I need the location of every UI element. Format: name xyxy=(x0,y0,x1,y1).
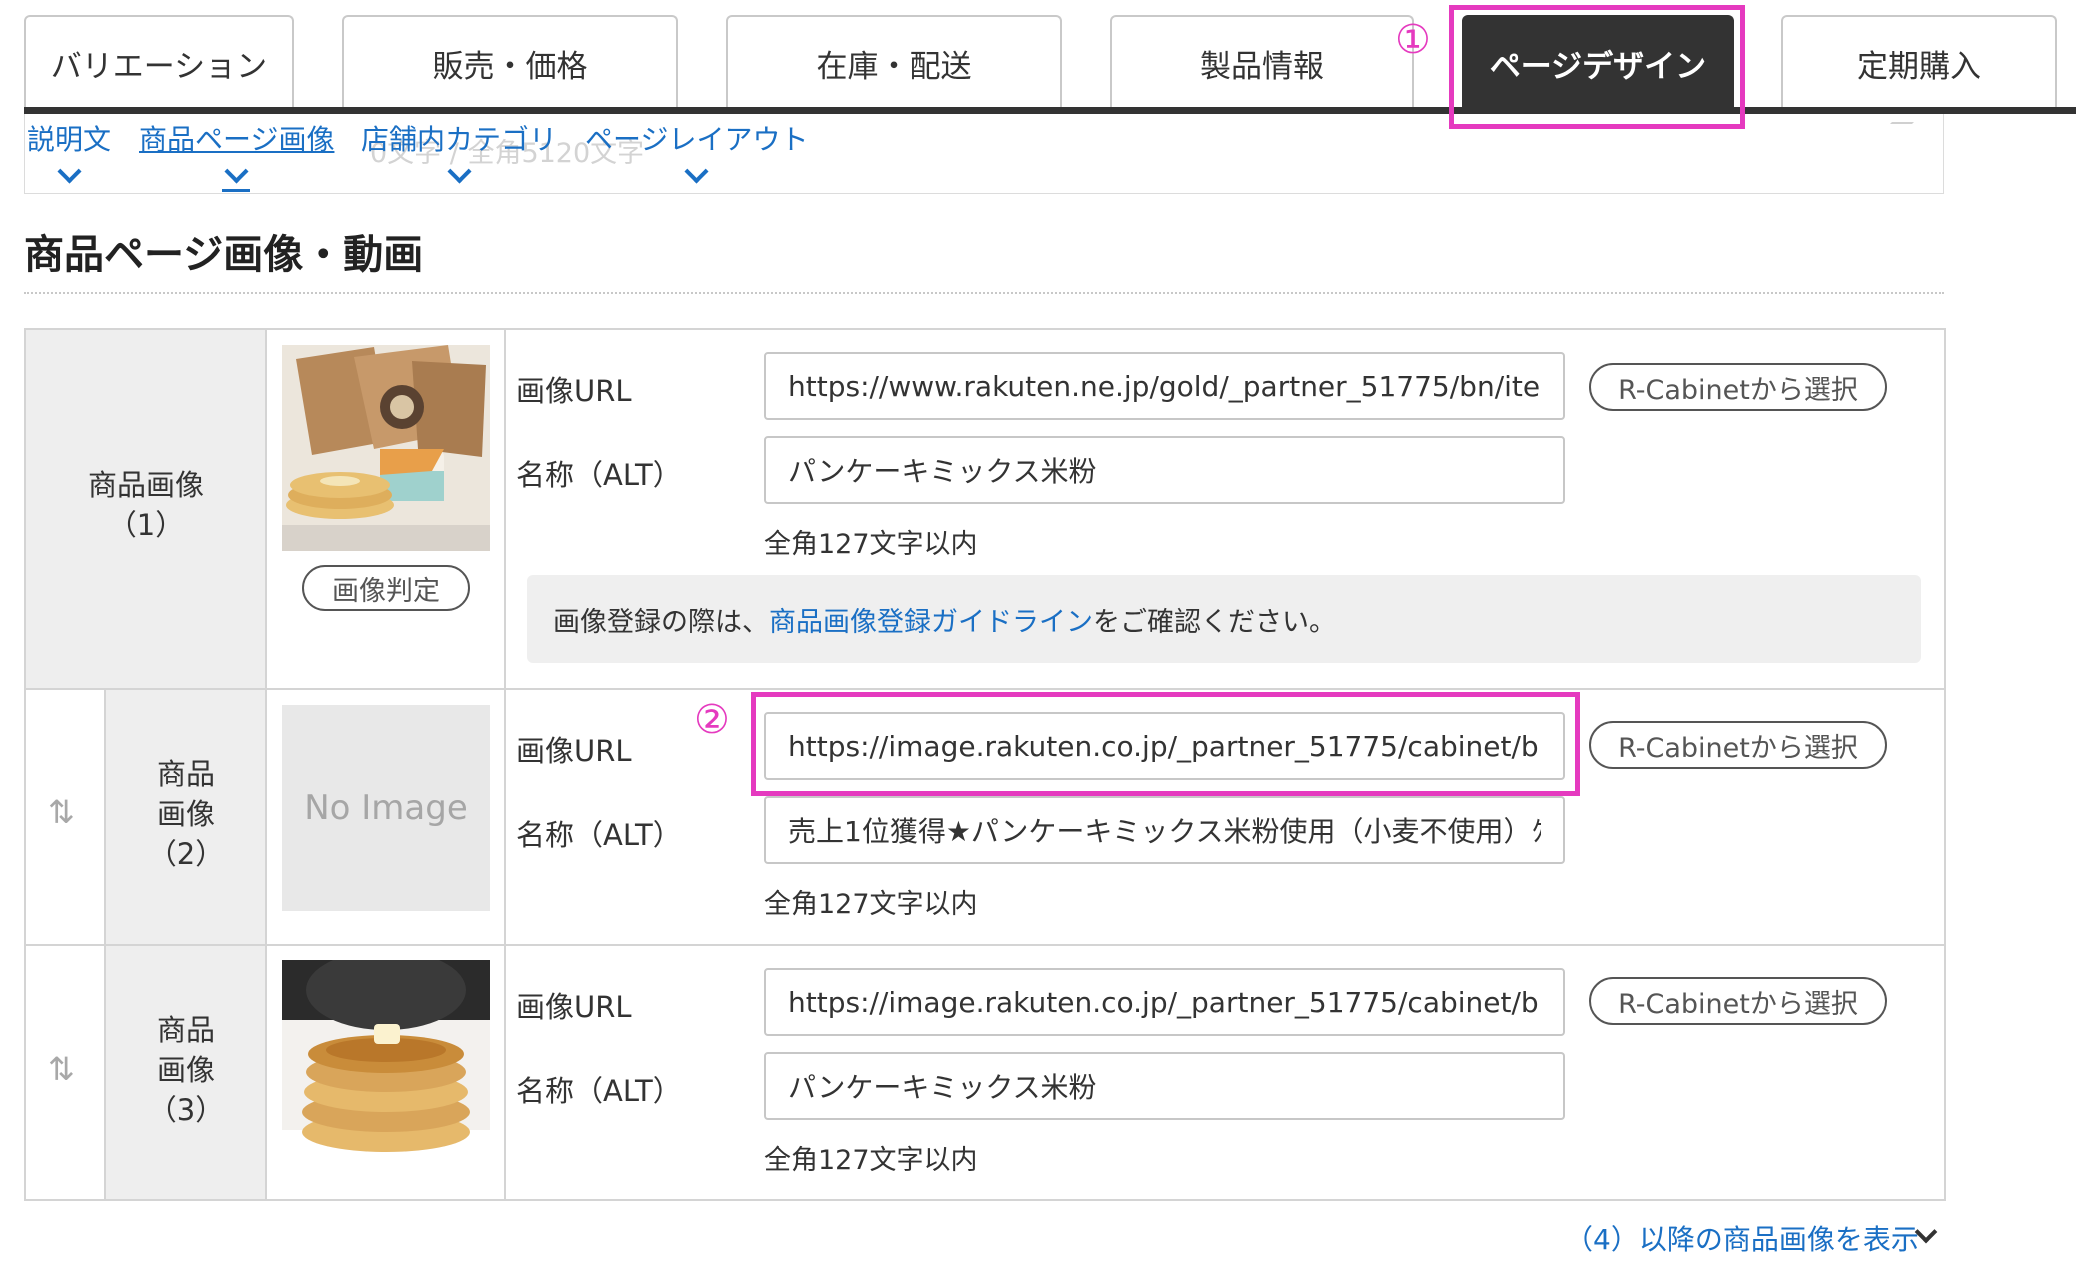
image-url-label: 画像URL xyxy=(516,990,632,1024)
alt-name-input-1[interactable] xyxy=(764,436,1565,504)
image-url-label: 画像URL xyxy=(516,374,632,408)
char-limit-hint: 全角127文字以内 xyxy=(764,889,978,920)
tab-stock-shipping[interactable]: 在庫・配送 xyxy=(726,15,1062,109)
rcabinet-select-button-3[interactable]: R-Cabinetから選択 xyxy=(1589,977,1887,1025)
annotation-number-2: ② xyxy=(694,697,730,743)
row-divider xyxy=(24,944,1946,946)
alt-name-input-2[interactable] xyxy=(764,796,1565,864)
tab-product-info[interactable]: 製品情報 xyxy=(1110,15,1414,109)
product-image-thumbnail-3 xyxy=(282,960,490,1166)
subnav-store-category[interactable]: 店舗内カテゴリ xyxy=(361,118,557,158)
char-limit-hint: 全角127文字以内 xyxy=(764,529,978,560)
char-limit-hint: 全角127文字以内 xyxy=(764,1145,978,1176)
alt-name-label: 名称（ALT） xyxy=(516,818,682,852)
product-image-thumbnail-1 xyxy=(282,345,490,551)
subnav-product-images[interactable]: 商品ページ画像 xyxy=(139,118,334,158)
subnav-description[interactable]: 説明文 xyxy=(27,118,111,158)
alt-name-input-3[interactable] xyxy=(764,1052,1565,1120)
drag-sort-icon[interactable]: ⇅ xyxy=(48,793,75,831)
subnav-page-layout[interactable]: ページレイアウト xyxy=(585,118,808,158)
notice-text-after: をご確認ください。 xyxy=(1093,606,1336,638)
annotation-box-1 xyxy=(1449,5,1745,129)
show-more-images-link[interactable]: （4）以降の商品画像を表示 xyxy=(1565,1218,1919,1258)
row2-label: 商品 画像 （2） xyxy=(106,754,266,874)
tab-bar-underline xyxy=(24,107,2076,114)
alt-name-label: 名称（ALT） xyxy=(516,458,682,492)
drag-sort-icon[interactable]: ⇅ xyxy=(48,1050,75,1088)
image-url-label: 画像URL xyxy=(516,734,632,768)
annotation-number-1: ① xyxy=(1395,17,1431,63)
annotation-box-2 xyxy=(751,692,1580,796)
row1-label-line1: 商品画像 xyxy=(87,468,204,502)
page-title: 商品ページ画像・動画 xyxy=(24,232,424,278)
show-more-label: （4）以降の商品画像を表示 xyxy=(1565,1223,1919,1256)
title-divider xyxy=(24,292,1944,294)
row3-label-line1: 商品 xyxy=(156,1013,215,1047)
guideline-link[interactable]: 商品画像登録ガイドライン xyxy=(769,600,1093,639)
row3-label: 商品 画像 （3） xyxy=(106,1010,266,1130)
rcabinet-select-button-2[interactable]: R-Cabinetから選択 xyxy=(1589,721,1887,769)
image-url-input-1[interactable] xyxy=(764,352,1565,420)
image-url-input-3[interactable] xyxy=(764,968,1565,1036)
row2-label-line1: 商品 xyxy=(156,757,215,791)
row2-label-line2: 画像 xyxy=(156,797,215,831)
row3-label-line2: 画像 xyxy=(156,1053,215,1087)
guideline-notice: 画像登録の際は、 商品画像登録ガイドライン をご確認ください。 xyxy=(527,575,1921,663)
row3-label-line3: （3） xyxy=(147,1093,225,1127)
image-judge-button[interactable]: 画像判定 xyxy=(302,565,470,611)
no-image-placeholder: No Image xyxy=(282,705,490,911)
row-divider xyxy=(24,688,1946,690)
alt-name-label: 名称（ALT） xyxy=(516,1074,682,1108)
row2-label-line3: （2） xyxy=(147,837,225,871)
tab-subscription[interactable]: 定期購入 xyxy=(1781,15,2057,109)
row1-label-line2: （1） xyxy=(107,508,185,542)
row1-label: 商品画像 （1） xyxy=(26,465,266,545)
col-divider xyxy=(504,330,506,1199)
tab-variation[interactable]: バリエーション xyxy=(24,15,294,109)
notice-text-before: 画像登録の際は、 xyxy=(553,606,769,638)
chevron-underline xyxy=(222,189,250,192)
tab-sales-price[interactable]: 販売・価格 xyxy=(342,15,678,109)
rcabinet-select-button-1[interactable]: R-Cabinetから選択 xyxy=(1589,363,1887,411)
